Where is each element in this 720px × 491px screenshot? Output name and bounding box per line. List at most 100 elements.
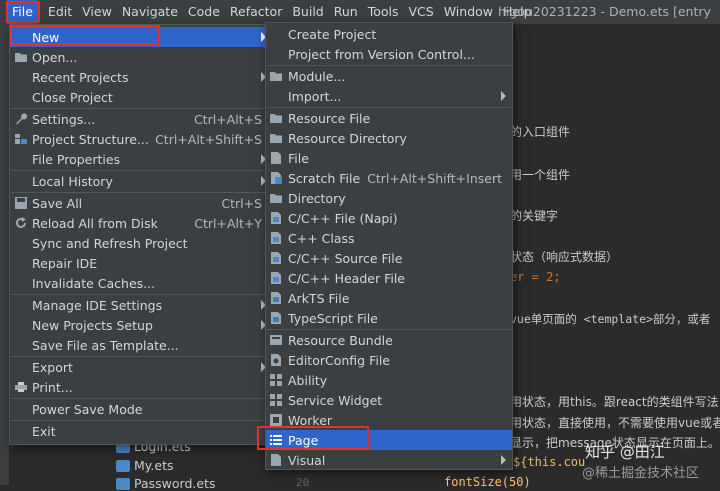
menu-item-typescript-file[interactable]: TypeScript File — [266, 308, 512, 328]
file-icon — [271, 152, 281, 164]
menu-item-label: File — [288, 150, 309, 166]
menu-item-file-properties[interactable]: File Properties — [10, 149, 272, 169]
menu-refactor[interactable]: Refactor — [225, 0, 287, 24]
watermark: 知乎 @田江 — [585, 443, 665, 461]
reload-icon — [16, 217, 26, 228]
menu-item-recent-projects[interactable]: Recent Projects — [10, 67, 272, 87]
file-icon — [116, 459, 130, 472]
menu-item-label: Visual — [288, 452, 326, 468]
file-menu: New Open... Recent Projects Close Projec… — [9, 24, 273, 445]
menu-item-create-project[interactable]: Create Project — [266, 24, 512, 44]
menu-item-label: Print... — [32, 379, 73, 395]
menu-view[interactable]: View — [77, 0, 117, 24]
line-number: 20 — [296, 476, 310, 489]
project-structure-icon — [15, 134, 27, 144]
menu-code[interactable]: Code — [183, 0, 225, 24]
menu-item-cpp-header-file[interactable]: C/C++ Header File — [266, 268, 512, 288]
code-line: 状态（响应式数据） — [510, 250, 619, 264]
menu-item-arkts-file[interactable]: ArkTS File — [266, 288, 512, 308]
menu-item-label: C/C++ File (Napi) — [288, 210, 398, 226]
menu-item-open[interactable]: Open... — [10, 47, 272, 67]
menu-item-service-widget[interactable]: Service Widget — [266, 390, 512, 410]
menu-item-exit[interactable]: Exit — [10, 421, 272, 441]
menu-item-module[interactable]: Module... — [266, 66, 512, 86]
menu-item-cpp-class[interactable]: C++ Class — [266, 228, 512, 248]
menu-item-label: Exit — [32, 423, 56, 439]
menu-item-label: Repair IDE — [32, 255, 98, 271]
new-submenu: Create Project Project from Version Cont… — [265, 22, 513, 470]
menu-item-label: C++ Class — [288, 230, 355, 246]
folder-icon — [15, 53, 27, 62]
menu-item-import[interactable]: Import... — [266, 86, 512, 106]
menu-item-label: Invalidate Caches... — [32, 275, 156, 291]
menu-item-label: C/C++ Header File — [288, 270, 405, 286]
menu-item-scratch-file[interactable]: Scratch File Ctrl+Alt+Shift+Insert — [266, 168, 512, 188]
menu-item-directory[interactable]: Directory — [266, 188, 512, 208]
menu-item-project-structure[interactable]: Project Structure... Ctrl+Alt+Shift+S — [10, 129, 272, 149]
menu-item-print[interactable]: Print... — [10, 377, 272, 397]
menu-item-label: Module... — [288, 68, 346, 84]
menu-bar: File Edit View Navigate Code Refactor Bu… — [0, 0, 720, 24]
menu-item-manage-ide-settings[interactable]: Manage IDE Settings — [10, 295, 272, 315]
menu-item-visual[interactable]: Visual — [266, 450, 512, 470]
code-line: ${this.cou — [513, 455, 586, 469]
menu-item-power-save-mode[interactable]: Power Save Mode — [10, 399, 272, 419]
menu-item-ability[interactable]: Ability — [266, 370, 512, 390]
menu-item-label: EditorConfig File — [288, 352, 390, 368]
menu-item-save-as-template[interactable]: Save File as Template... — [10, 335, 272, 355]
menu-item-label: Ability — [288, 372, 328, 388]
visual-icon — [271, 454, 281, 466]
watermark-sub: @稀土掘金技术社区 — [582, 466, 700, 481]
menu-item-export[interactable]: Export — [10, 357, 272, 377]
resource-bundle-icon — [270, 335, 282, 345]
menu-item-local-history[interactable]: Local History — [10, 171, 272, 191]
menu-item-label: Sync and Refresh Project — [32, 235, 188, 251]
menu-item-label: Project from Version Control... — [288, 46, 475, 62]
menu-item-file[interactable]: File — [266, 148, 512, 168]
menu-item-new-projects-setup[interactable]: New Projects Setup — [10, 315, 272, 335]
menu-item-save-all[interactable]: Save All Ctrl+S — [10, 193, 272, 213]
menu-tools[interactable]: Tools — [363, 0, 404, 24]
menu-item-label: File Properties — [32, 151, 121, 167]
menu-build[interactable]: Build — [287, 0, 328, 24]
menu-item-label: Reload All from Disk — [32, 215, 158, 231]
menu-item-cpp-file-napi[interactable]: C/C++ File (Napi) — [266, 208, 512, 228]
menu-item-label: Power Save Mode — [32, 401, 143, 417]
menu-item-label: Close Project — [32, 89, 113, 105]
code-line: 的入口组件 — [510, 125, 571, 139]
menu-item-label: Resource Bundle — [288, 332, 393, 348]
file-icon — [116, 477, 130, 490]
menu-item-label: TypeScript File — [288, 310, 378, 326]
menu-item-reload-all[interactable]: Reload All from Disk Ctrl+Alt+Y — [10, 213, 272, 233]
new-item-highlight-box — [10, 25, 160, 45]
menu-run[interactable]: Run — [329, 0, 363, 24]
menu-navigate[interactable]: Navigate — [117, 0, 183, 24]
ability-icon — [270, 374, 282, 386]
menu-item-resource-directory[interactable]: Resource Directory — [266, 128, 512, 148]
menu-item-sync-refresh[interactable]: Sync and Refresh Project — [10, 233, 272, 253]
menu-item-cpp-source-file[interactable]: C/C++ Source File — [266, 248, 512, 268]
menu-item-label: ArkTS File — [288, 290, 350, 306]
menu-item-label: Save File as Template... — [32, 337, 179, 353]
menu-item-repair-ide[interactable]: Repair IDE — [10, 253, 272, 273]
menu-item-close-project[interactable]: Close Project — [10, 87, 272, 107]
menu-item-editorconfig-file[interactable]: EditorConfig File — [266, 350, 512, 370]
chevron-right-icon — [501, 91, 506, 101]
tree-item-my[interactable]: My.ets — [116, 458, 173, 473]
tree-item-password[interactable]: Password.ets — [116, 476, 215, 491]
tree-item-label: Password.ets — [134, 476, 216, 491]
menu-item-invalidate-caches[interactable]: Invalidate Caches... — [10, 273, 272, 293]
wrench-icon — [16, 113, 27, 125]
page-item-highlight-box — [257, 426, 369, 450]
folder-icon — [270, 194, 282, 203]
menu-edit[interactable]: Edit — [43, 0, 77, 24]
menu-item-resource-bundle[interactable]: Resource Bundle — [266, 330, 512, 350]
menu-item-project-from-vcs[interactable]: Project from Version Control... — [266, 44, 512, 64]
menu-item-resource-file[interactable]: Resource File — [266, 108, 512, 128]
menu-window[interactable]: Window — [439, 0, 498, 24]
menu-vcs[interactable]: VCS — [404, 0, 439, 24]
code-line: 用一个组件 — [510, 168, 571, 182]
menu-item-shortcut: Ctrl+Alt+Shift+Insert — [367, 170, 502, 186]
menu-item-settings[interactable]: Settings... Ctrl+Alt+S — [10, 109, 272, 129]
menu-item-label: Resource Directory — [288, 130, 407, 146]
